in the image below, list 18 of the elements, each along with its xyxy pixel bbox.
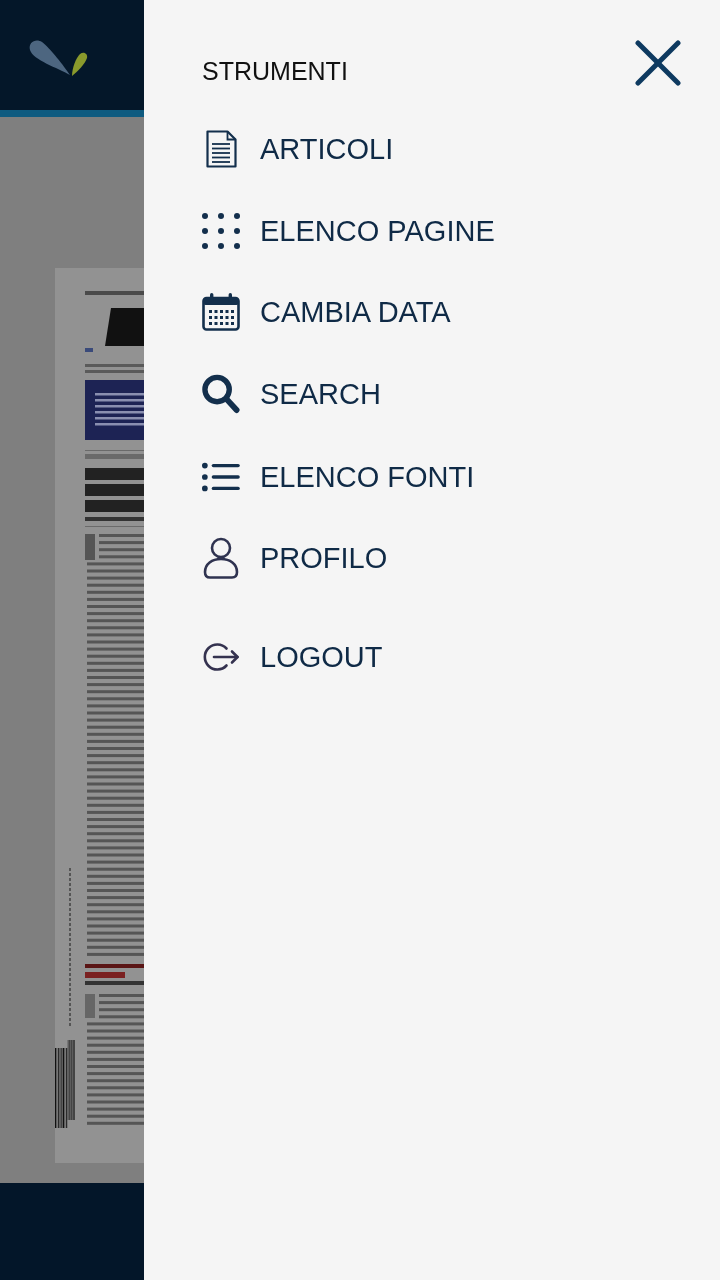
menu-item[interactable]: ELENCO PAGINE xyxy=(202,209,495,253)
menu-item[interactable]: PROFILO xyxy=(202,536,388,580)
menu-item[interactable]: ARTICOLI xyxy=(202,127,394,171)
menu-item[interactable]: ELENCO FONTI xyxy=(202,455,475,499)
close-icon xyxy=(635,40,681,86)
close-button[interactable] xyxy=(635,40,681,86)
list-icon xyxy=(202,461,240,493)
menu-item[interactable]: SEARCH xyxy=(202,372,381,416)
person-icon xyxy=(202,537,240,579)
drawer-title: STRUMENTI xyxy=(202,57,348,86)
menu-item[interactable]: LOGOUT xyxy=(202,635,383,679)
logout-icon xyxy=(202,642,240,672)
calendar-icon xyxy=(202,293,240,331)
dot-grid-icon xyxy=(202,213,240,249)
search-icon xyxy=(202,374,240,414)
menu-item[interactable]: CAMBIA DATA xyxy=(202,290,451,334)
logo-icon xyxy=(28,38,88,78)
document-icon xyxy=(205,130,237,168)
